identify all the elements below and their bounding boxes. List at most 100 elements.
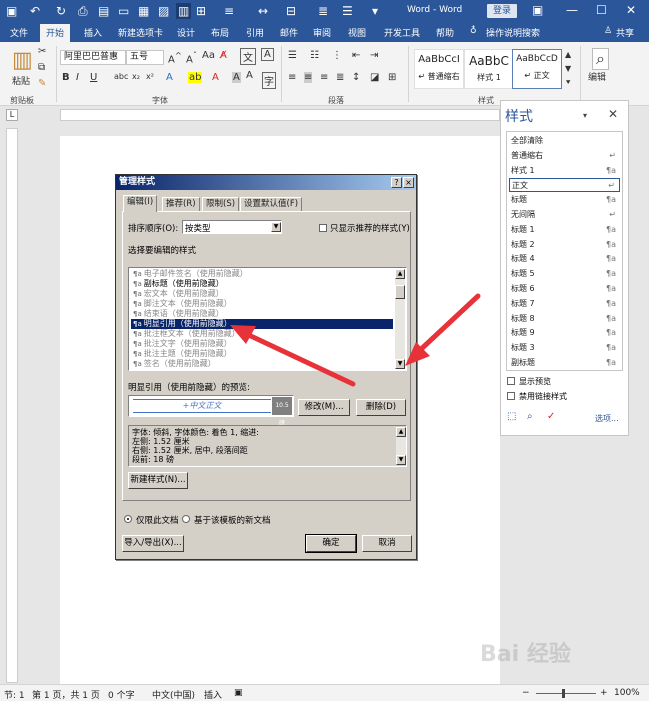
zoom-slider[interactable] [536,693,596,694]
tab-design[interactable]: 设计 [177,26,195,39]
share-button[interactable]: 共享 [616,26,634,39]
zoom-level[interactable]: 100% [614,688,640,698]
options-link[interactable]: 选项... [595,413,619,424]
style-list-item[interactable]: 标题 ¶a [509,193,620,207]
copy-icon[interactable]: ⧉ [38,62,45,73]
style-list-item[interactable]: 标题 1 ¶a [509,223,620,237]
ok-button[interactable]: 确定 [305,534,357,553]
manage-styles-icon[interactable]: ✓ [547,411,555,422]
style-list-item[interactable]: 正文 ↵ [509,178,620,193]
customize-icon[interactable]: ▾ [372,3,378,19]
show-preview-checkbox[interactable] [507,377,515,385]
align-center-icon[interactable]: ≡ [304,72,313,83]
print-preview-icon[interactable]: ⎙ [78,3,88,19]
style-list-item[interactable]: 标题 9 ¶a [509,326,620,340]
align-right-icon[interactable]: ≡ [320,72,328,83]
tab-developer[interactable]: 开发工具 [384,26,420,39]
styles-list[interactable]: 全部清除 普通缩右 ↵ 样式 1 ¶a 正文 ↵ 标题 ¶a 无间隔 ↵ 标题 1 ¶a 标题 2 ¶a 标题… [506,131,623,371]
dialog-style-item[interactable]: ¶a 批注框文本（使用前隐藏） [131,329,393,339]
grow-font-icon[interactable]: A^ [168,50,182,65]
section-indicator[interactable]: 节: 1 [4,688,25,701]
insert-mode[interactable]: 插入 [204,688,222,701]
style-list-item[interactable]: 样式 1 ¶a [509,164,620,178]
text-effects-icon[interactable]: A [166,72,173,83]
dialog-style-item[interactable]: ¶a 宏文本（使用前隐藏） [131,289,393,299]
style-gallery-item[interactable]: AaBbC 样式 1 [464,49,514,89]
line-spacing-icon[interactable]: ↕ [352,72,360,83]
style-list-item[interactable]: 标题 2 ¶a [509,238,620,252]
scroll-down-icon[interactable]: ▼ [395,359,405,369]
tab-recommend[interactable]: 推荐(R) [162,197,200,211]
close-icon[interactable]: ✕ [626,3,636,17]
numbering-icon[interactable]: ☷ [310,50,319,61]
tab-restrict[interactable]: 限制(S) [202,197,240,211]
edit-button[interactable]: 编辑 [588,70,606,83]
dialog-style-item[interactable]: ¶a 签名（使用前隐藏） [131,359,393,369]
tab-selector[interactable]: L [6,109,18,121]
tab-file[interactable]: 文件 [10,26,28,39]
increase-indent-icon[interactable]: ⇥ [370,50,378,61]
subscript-icon[interactable]: x₂ [132,72,140,81]
zoom-in-icon[interactable]: + [600,688,608,698]
char-shading-icon[interactable]: A [232,72,241,83]
gallery-up-icon[interactable]: ▲ [565,50,571,59]
phonetic-icon[interactable]: A [246,70,253,81]
tab-help[interactable]: 帮助 [436,26,454,39]
gallery-down-icon[interactable]: ▼ [565,64,571,73]
style-list-item[interactable]: 副标题 ¶a [509,356,620,370]
align-icon[interactable]: ⊟ [286,3,296,19]
cut-icon[interactable]: ✂ [38,46,46,57]
save-as-icon[interactable]: ▦ [138,3,149,19]
save-icon[interactable]: ▣ [6,3,17,19]
style-inspector-icon[interactable]: ⌕ [527,411,533,422]
image-icon[interactable]: ▨ [158,3,169,19]
align-left-icon[interactable]: ≡ [288,72,296,83]
scroll-thumb[interactable] [395,285,405,299]
dialog-style-item[interactable]: ¶a 结束语（使用前隐藏） [131,309,393,319]
undo-icon[interactable]: ↶ [30,3,40,19]
tab-edit[interactable]: 编辑(I) [123,195,158,212]
word-count[interactable]: 0 个字 [108,688,135,701]
page-indicator[interactable]: 第 1 页，共 1 页 [32,688,100,701]
scroll-down-icon[interactable]: ▼ [396,455,406,465]
style-list-item[interactable]: 无间隔 ↵ [509,208,620,222]
style-list-item[interactable]: 标题 3 ¶a [509,341,620,355]
import-export-button[interactable]: 导入/导出(X)... [122,535,184,552]
tab-new[interactable]: 新建选项卡 [118,26,163,39]
dialog-style-item[interactable]: ¶a 副标题（使用前隐藏） [131,279,393,289]
highlight-icon[interactable]: ab [188,72,203,83]
scroll-up-icon[interactable]: ▲ [396,427,406,437]
justify-icon[interactable]: ≣ [336,72,344,83]
ribbon-display-icon[interactable]: ▣ [532,3,543,17]
bold-icon[interactable]: B [62,72,70,83]
zoom-out-icon[interactable]: − [522,688,530,698]
style-gallery-item[interactable]: AaBbCcD ↵ 正文 [512,49,562,89]
tab-set-defaults[interactable]: 设置默认值(F) [240,197,303,211]
spacing-icon[interactable]: ↔ [258,3,268,19]
dialog-style-item[interactable]: ¶a 电子邮件签名（使用前隐藏） [131,269,393,279]
underline-icon[interactable]: U [90,72,97,83]
clear-format-icon[interactable]: A̸ [220,50,227,61]
paste-icon[interactable]: ▥ [12,48,33,73]
style-gallery-item[interactable]: AaBbCcI ↵ 普通缩右 [414,49,464,89]
new-style-button[interactable]: 新建样式(N)... [128,472,188,489]
close-icon[interactable]: ✕ [608,107,618,121]
tab-layout[interactable]: 布局 [211,26,229,39]
superscript-icon[interactable]: x² [146,72,154,81]
style-list-item[interactable]: 标题 5 ¶a [509,267,620,281]
enclose-char-icon[interactable]: 文 [240,48,256,65]
scrollbar[interactable]: ▲ ▼ [395,269,405,369]
delete-button[interactable]: 删除(D) [356,399,406,416]
format-icon[interactable]: ≣ [318,3,328,19]
style-list-item[interactable]: 普通缩右 ↵ [509,149,620,163]
zoom-slider-thumb[interactable] [562,689,565,698]
style-list-item[interactable]: 标题 6 ¶a [509,282,620,296]
gallery-more-icon[interactable]: ⯆ [565,78,571,88]
horizontal-ruler[interactable] [60,109,500,121]
strikethrough-icon[interactable]: abc [114,72,128,81]
scroll-up-icon[interactable]: ▲ [395,269,405,279]
tab-view[interactable]: 视图 [348,26,366,39]
tab-references[interactable]: 引用 [246,26,264,39]
dialog-style-item[interactable]: ¶a 批注主题（使用前隐藏） [131,349,393,359]
dialog-style-item[interactable]: ¶a 明显引用（使用前隐藏） [131,319,393,329]
